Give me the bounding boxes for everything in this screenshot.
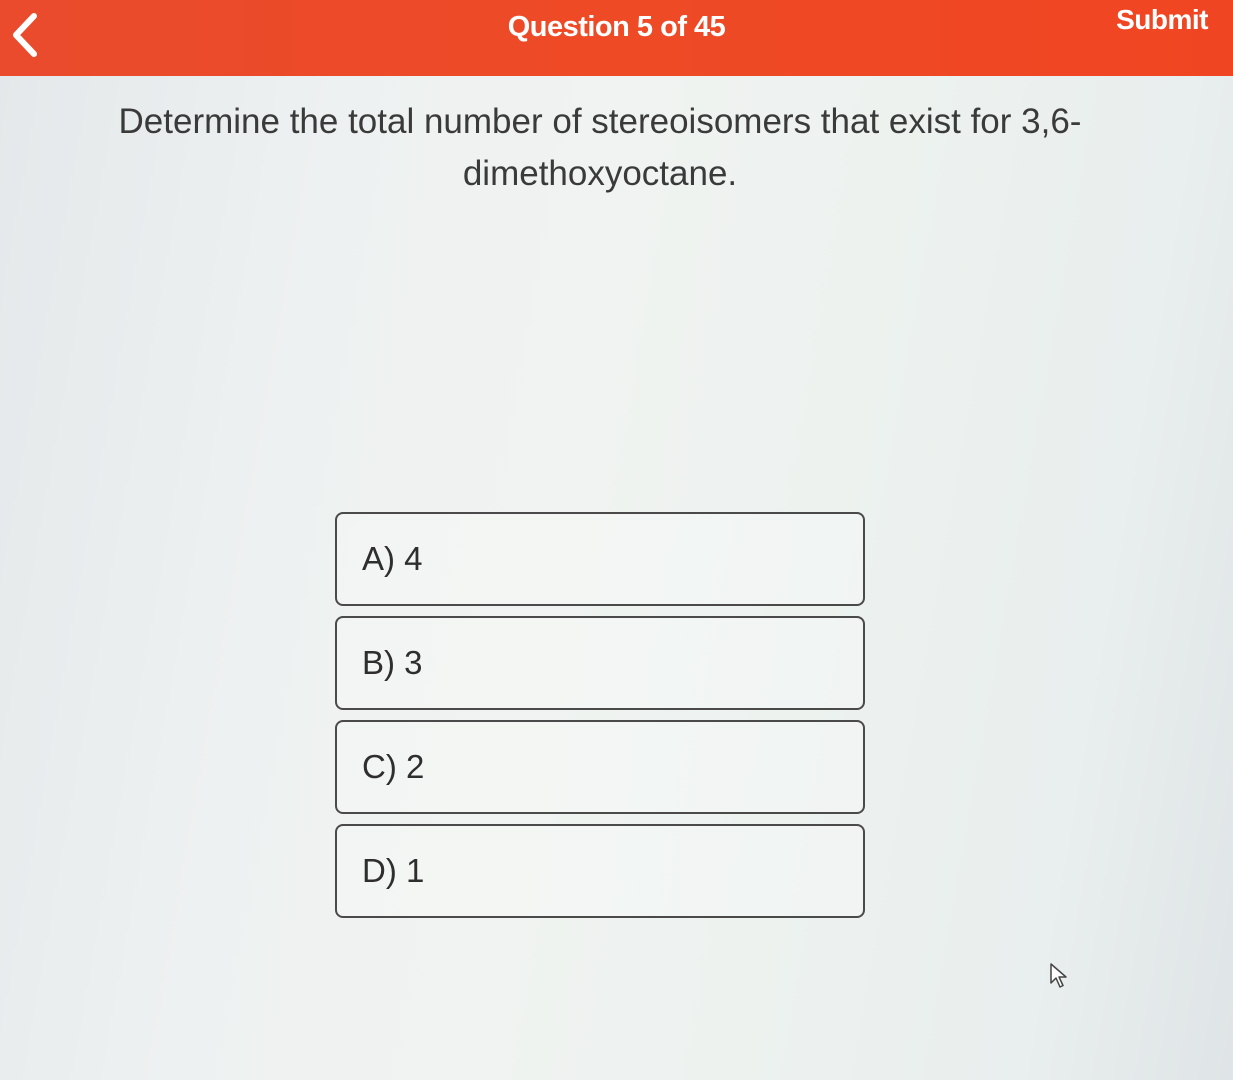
option-c[interactable]: C) 2 — [335, 720, 865, 814]
mouse-pointer-icon — [1049, 963, 1069, 989]
option-a[interactable]: A) 4 — [335, 512, 865, 606]
option-label: C) 2 — [362, 748, 425, 785]
top-bar: Question 5 of 45 Submit — [0, 0, 1233, 76]
question-counter: Question 5 of 45 — [507, 11, 726, 43]
option-b[interactable]: B) 3 — [335, 616, 865, 710]
option-label: A) 4 — [362, 540, 423, 577]
option-label: D) 1 — [362, 852, 425, 889]
answer-options: A) 4 B) 3 C) 2 D) 1 — [335, 512, 865, 928]
option-d[interactable]: D) 1 — [335, 824, 865, 918]
option-label: B) 3 — [362, 644, 423, 681]
question-text: Determine the total number of stereoisom… — [118, 102, 1082, 193]
submit-button[interactable]: Submit — [1116, 4, 1208, 36]
